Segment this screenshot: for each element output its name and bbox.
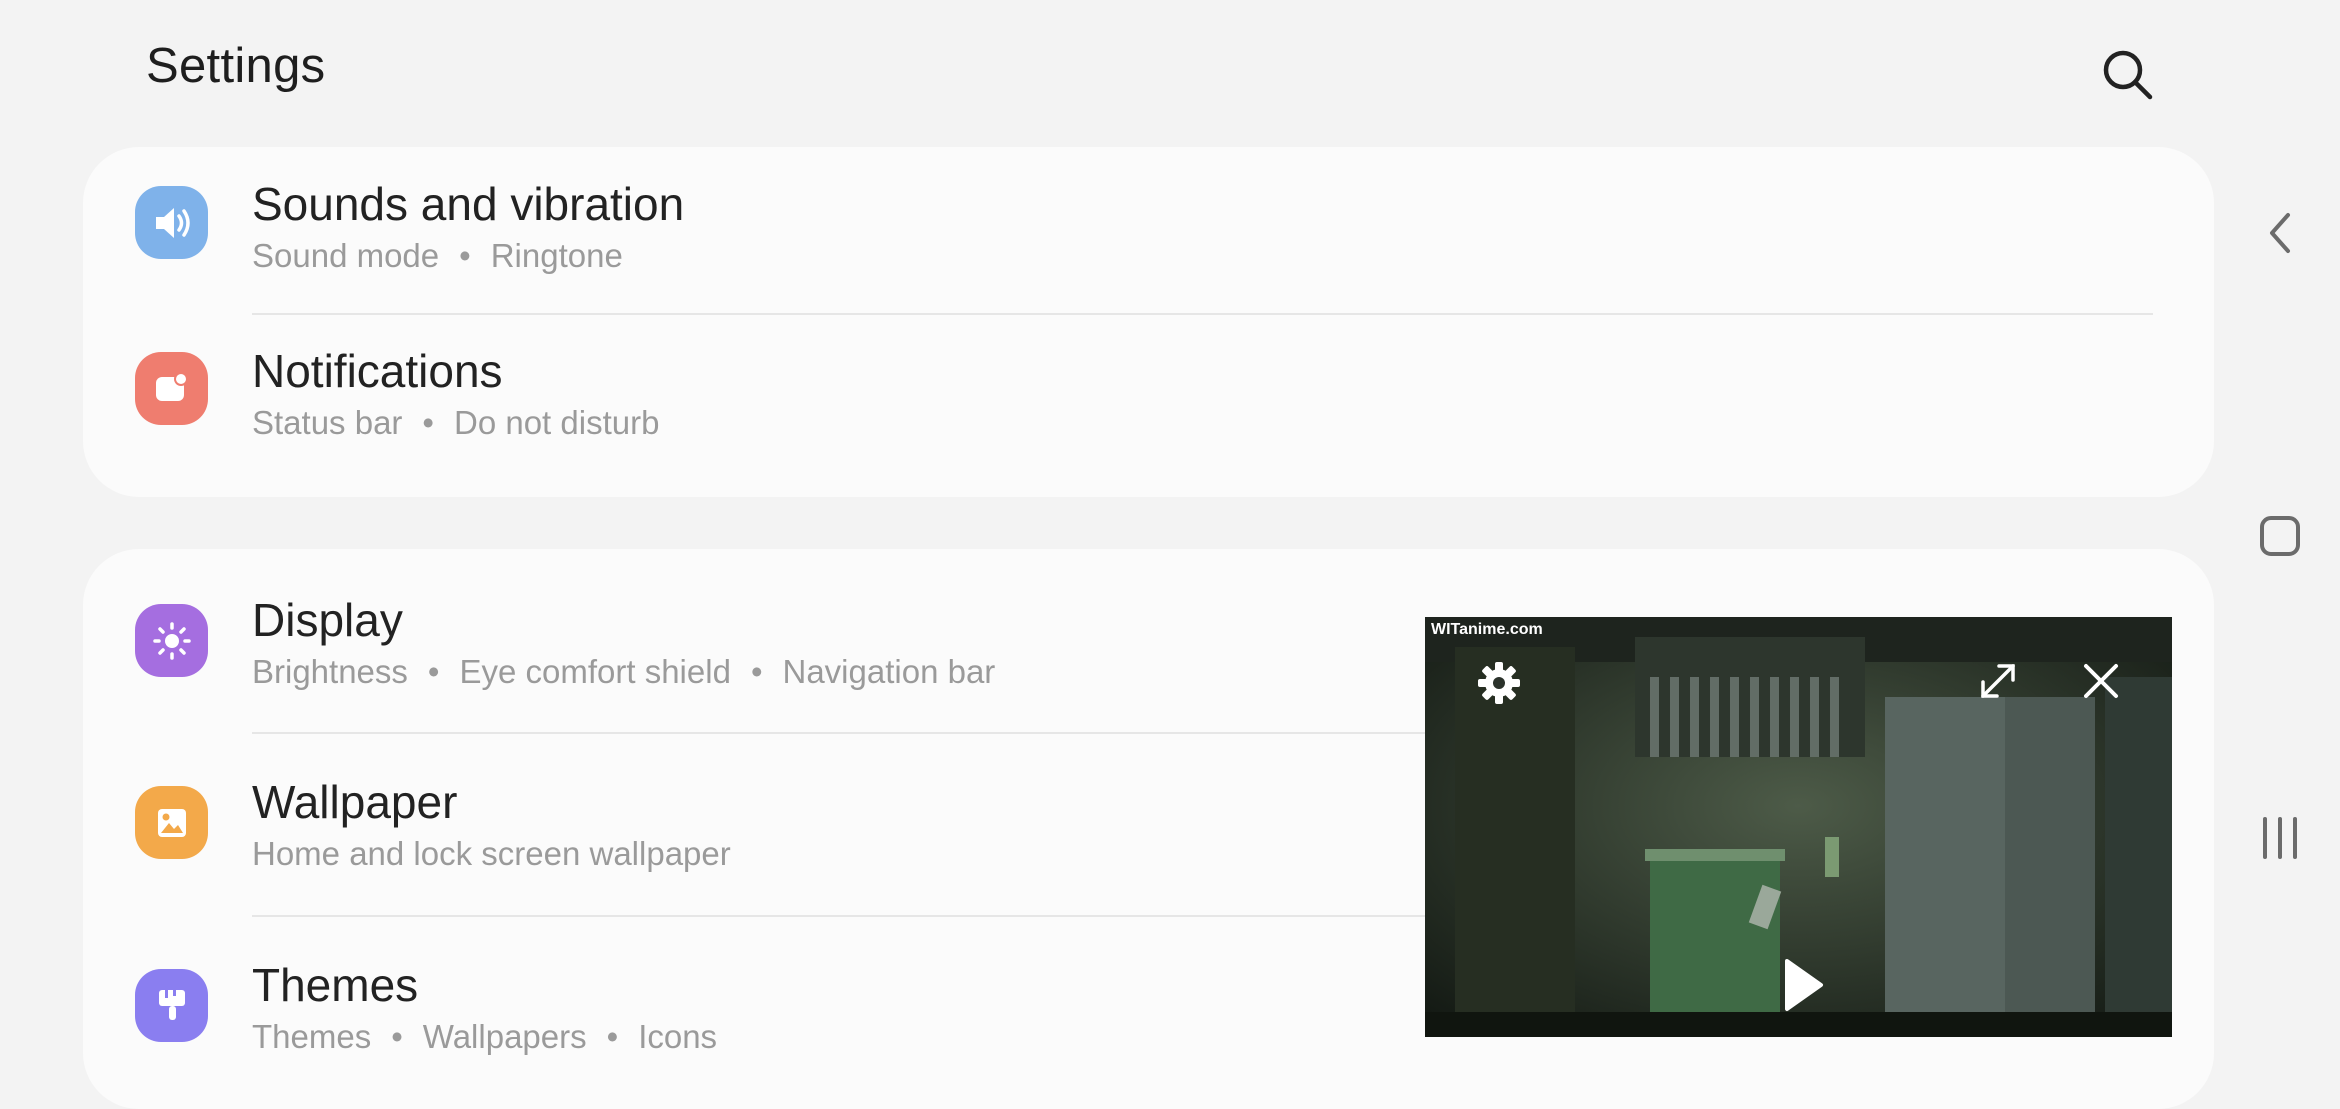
recents-bars-icon [2263, 817, 2297, 859]
chevron-left-icon [2270, 213, 2290, 253]
brush-icon [135, 969, 208, 1042]
home-square-icon [2260, 516, 2300, 556]
back-button[interactable] [2250, 203, 2310, 263]
recents-button[interactable] [2250, 808, 2310, 868]
item-subtitle: Status bar • Do not disturb [252, 404, 660, 441]
speaker-icon [135, 186, 208, 259]
pip-watermark: WITanime.com [1431, 621, 1543, 638]
sun-icon [135, 604, 208, 677]
pip-play-button[interactable] [1772, 955, 1832, 1015]
item-subtitle: Home and lock screen wallpaper [252, 835, 731, 872]
close-icon [2084, 664, 2118, 698]
picture-icon [135, 786, 208, 859]
item-subtitle: Sound mode • Ringtone [252, 237, 623, 274]
pip-close-button[interactable] [2071, 651, 2131, 711]
pip-settings-button[interactable] [1471, 655, 1527, 711]
search-icon [2103, 50, 2153, 100]
item-title: Display [252, 594, 403, 646]
item-subtitle: Brightness • Eye comfort shield • Navigation… [252, 653, 996, 690]
item-title: Notifications [252, 345, 503, 397]
settings-item-notifications[interactable]: Notifications Status bar • Do not disturb [83, 314, 2214, 497]
item-title: Wallpaper [252, 776, 458, 828]
notification-icon [135, 352, 208, 425]
settings-item-sounds[interactable]: Sounds and vibration Sound mode • Ringtone [83, 147, 2214, 330]
expand-icon [1981, 664, 2015, 698]
item-title: Themes [252, 959, 419, 1011]
home-button[interactable] [2250, 506, 2310, 566]
play-icon [1785, 959, 1823, 1011]
page-title: Settings [146, 39, 326, 93]
pip-expand-button[interactable] [1968, 651, 2028, 711]
pip-video-window[interactable]: WITanime.com [1425, 617, 2172, 1037]
settings-group-1: Sounds and vibration Sound mode • Ringtone… [83, 147, 2214, 497]
item-title: Sounds and vibration [252, 178, 685, 230]
gear-icon [1478, 662, 1520, 704]
search-button[interactable] [2095, 42, 2161, 108]
item-subtitle: Themes • Wallpapers • Icons [252, 1018, 718, 1055]
